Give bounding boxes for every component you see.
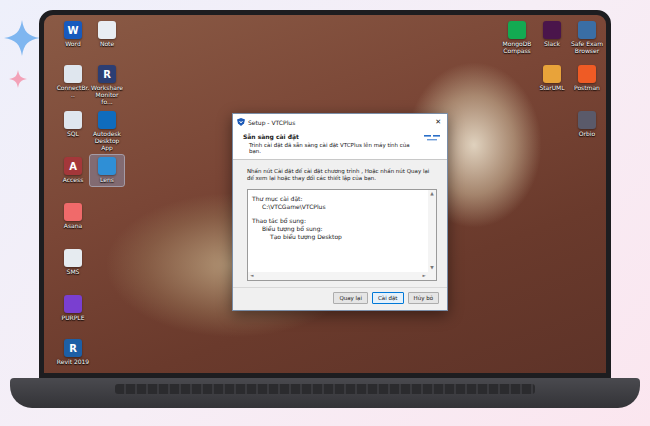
desktop-icon[interactable]: R Revit 2019 bbox=[56, 337, 90, 368]
dialog-button[interactable]: Cài đặt bbox=[372, 292, 404, 304]
icon-label[interactable]: Workshare Monitor fo... bbox=[90, 85, 124, 106]
scroll-down-button[interactable]: ▼ bbox=[430, 264, 433, 272]
desktop-icon[interactable]: PURPLE bbox=[56, 293, 90, 324]
app-icon[interactable]: R bbox=[98, 65, 116, 83]
summary-box: Thư mục cài đặt:C:\VTCGame\VTCPlus Thao t… bbox=[247, 189, 437, 281]
scroll-left-button[interactable]: ◄ bbox=[250, 272, 253, 280]
app-icon[interactable]: R bbox=[64, 339, 82, 357]
desktop: W Word Note ConnectBr... R Workshare Monitor … bbox=[39, 10, 611, 378]
summary-group: Thư mục cài đặt:C:\VTCGame\VTCPlus bbox=[252, 195, 424, 210]
desktop-icon[interactable]: R Workshare Monitor fo... bbox=[90, 63, 124, 108]
desktop-icon[interactable]: Note bbox=[90, 19, 124, 50]
desktop-icon[interactable]: MongoDB Compass bbox=[500, 19, 534, 57]
app-icon[interactable]: A bbox=[64, 157, 82, 175]
scroll-right-button[interactable]: ► bbox=[423, 272, 426, 280]
desktop-icon[interactable]: A Access bbox=[56, 155, 90, 186]
app-icon[interactable] bbox=[64, 295, 82, 313]
laptop: W Word Note ConnectBr... R Workshare Monitor … bbox=[0, 0, 650, 408]
app-icon[interactable] bbox=[543, 65, 561, 83]
icon-label[interactable]: Postman bbox=[574, 85, 600, 92]
desktop-icon[interactable]: Slack bbox=[535, 19, 569, 50]
icon-label[interactable]: Safe Exam Browser bbox=[570, 41, 604, 55]
desktop-icon[interactable]: Autodesk Desktop App bbox=[90, 109, 124, 154]
summary-list: Thư mục cài đặt:C:\VTCGame\VTCPlus Thao t… bbox=[248, 190, 428, 272]
app-icon[interactable] bbox=[578, 65, 596, 83]
icon-label[interactable]: SQL bbox=[67, 131, 79, 138]
icon-label[interactable]: Autodesk Desktop App bbox=[90, 131, 124, 152]
instructions: Nhấn nút Cài đặt để cài đặt chương trình… bbox=[247, 168, 437, 183]
summary-line: C:\VTCGame\VTCPlus bbox=[252, 203, 424, 210]
app-icon[interactable] bbox=[64, 65, 82, 83]
desktop-icon[interactable]: Lens bbox=[90, 155, 124, 186]
icon-label[interactable]: Orbio bbox=[579, 131, 595, 138]
icon-label[interactable]: PURPLE bbox=[62, 315, 85, 322]
icon-label[interactable]: Word bbox=[65, 41, 80, 48]
icon-label[interactable]: Access bbox=[63, 177, 84, 184]
icon-label[interactable]: Lens bbox=[100, 177, 114, 184]
icon-label[interactable]: Note bbox=[100, 41, 114, 48]
setup-dialog: Setup - VTCPlus✕ Sẵn sàng cài đặt Trình cà… bbox=[232, 113, 448, 311]
desktop-icon[interactable]: StarUML bbox=[535, 63, 569, 94]
app-icon[interactable] bbox=[98, 21, 116, 39]
header-title: Sẵn sàng cài đặt bbox=[243, 133, 419, 140]
app-icon[interactable] bbox=[543, 21, 561, 39]
laptop-base bbox=[10, 378, 640, 408]
app-icon[interactable] bbox=[64, 249, 82, 267]
app-icon[interactable] bbox=[578, 111, 596, 129]
header-text: Sẵn sàng cài đặt Trình cài đặt đã sẵn sàn… bbox=[243, 133, 419, 154]
app-icon[interactable] bbox=[64, 203, 82, 221]
desktop-icon[interactable]: SMS bbox=[56, 247, 90, 278]
icon-label[interactable]: MongoDB Compass bbox=[500, 41, 534, 55]
keyboard bbox=[115, 384, 535, 394]
app-icon[interactable]: W bbox=[64, 21, 82, 39]
title-bar[interactable]: Setup - VTCPlus✕ bbox=[233, 114, 447, 130]
vertical-scrollbar[interactable]: ▲▼ bbox=[428, 190, 436, 272]
horizontal-scrollbar[interactable]: ◄► bbox=[248, 272, 428, 280]
dialog-body: Nhấn nút Cài đặt để cài đặt chương trình… bbox=[233, 160, 447, 287]
summary-label: Thư mục cài đặt: bbox=[252, 195, 424, 202]
vtc-logo-icon bbox=[423, 133, 441, 146]
summary-line: Tạo biểu tượng Desktop bbox=[252, 233, 424, 240]
desktop-icon[interactable]: Asana bbox=[56, 201, 90, 232]
app-icon[interactable] bbox=[64, 111, 82, 129]
dialog-button[interactable]: Quay lại bbox=[333, 292, 368, 304]
sparkle-icon bbox=[4, 18, 44, 98]
app-icon[interactable] bbox=[508, 21, 526, 39]
dialog-header: Sẵn sàng cài đặt Trình cài đặt đã sẵn sàn… bbox=[233, 130, 447, 160]
dialog-button[interactable]: Hủy bỏ bbox=[408, 292, 439, 304]
scroll-corner bbox=[428, 272, 436, 280]
icon-label[interactable]: Revit 2019 bbox=[57, 359, 89, 366]
app-icon[interactable] bbox=[98, 157, 116, 175]
desktop-icon[interactable]: Orbio bbox=[570, 109, 604, 140]
desktop-icon[interactable]: Safe Exam Browser bbox=[570, 19, 604, 57]
icon-label[interactable]: Slack bbox=[544, 41, 560, 48]
close-button[interactable]: ✕ bbox=[433, 118, 443, 126]
summary-line: Biểu tượng bổ sung: bbox=[252, 225, 424, 232]
button-row: Quay lại Cài đặt Hủy bỏ bbox=[233, 287, 447, 310]
scroll-up-button[interactable]: ▲ bbox=[430, 190, 433, 198]
window-title: Setup - VTCPlus bbox=[248, 119, 430, 126]
summary-label: Thao tác bổ sung: bbox=[252, 217, 424, 224]
icon-label[interactable]: Asana bbox=[64, 223, 82, 230]
icon-label[interactable]: ConnectBr... bbox=[56, 85, 90, 99]
icon-label[interactable]: SMS bbox=[67, 269, 80, 276]
app-icon[interactable] bbox=[98, 111, 116, 129]
desktop-icon[interactable]: W Word bbox=[56, 19, 90, 50]
app-icon[interactable] bbox=[578, 21, 596, 39]
summary-group: Thao tác bổ sung:Biểu tượng bổ sung:Tạo … bbox=[252, 217, 424, 240]
desktop-icon[interactable]: SQL bbox=[56, 109, 90, 140]
icon-label[interactable]: StarUML bbox=[539, 85, 564, 92]
header-subtitle: Trình cài đặt đã sẵn sàng cài đặt VTCPlu… bbox=[243, 142, 419, 154]
setup-icon bbox=[237, 118, 245, 127]
desktop-icon[interactable]: ConnectBr... bbox=[56, 63, 90, 101]
desktop-icon[interactable]: Postman bbox=[570, 63, 604, 94]
